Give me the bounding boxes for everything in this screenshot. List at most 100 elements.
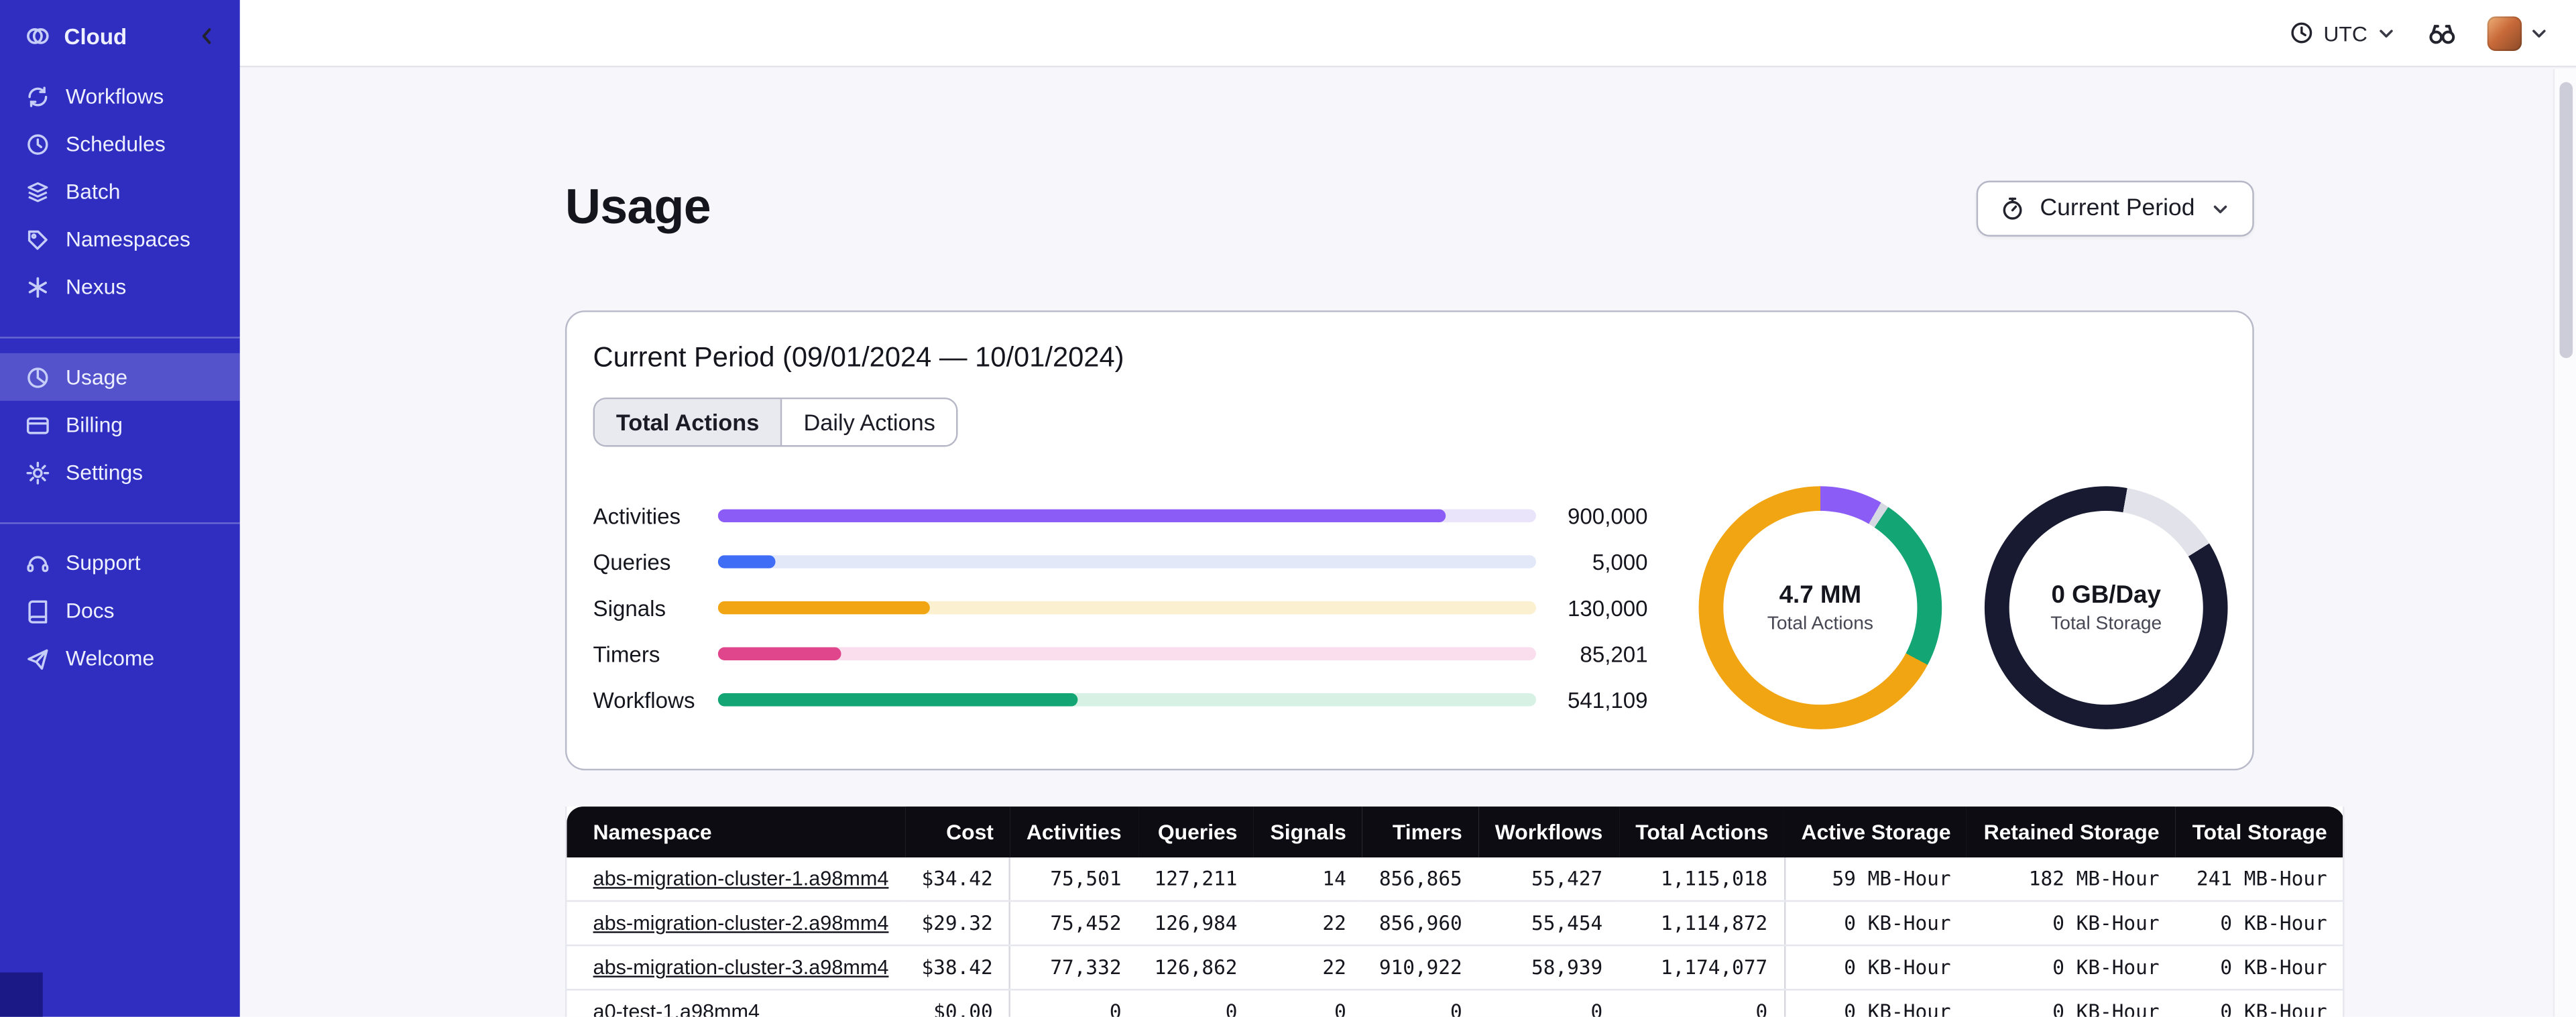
sidebar-item-workflows[interactable]: Workflows <box>0 72 240 120</box>
scrollbar-thumb[interactable] <box>2559 82 2573 359</box>
table-cell: 0 KB-Hour <box>2176 945 2345 991</box>
column-header-activities: Activities <box>1010 806 1138 858</box>
column-header-retained-storage: Retained Storage <box>1967 806 2176 858</box>
billing-icon <box>25 412 51 438</box>
usage-table-body: abs-migration-cluster-1.a98mm4 $34.42 75,5… <box>566 857 2345 1017</box>
docs-icon <box>25 597 51 623</box>
brand-label: Cloud <box>64 23 127 49</box>
bar-fill <box>717 647 841 661</box>
total-storage-donut: 0 GB/Day Total Storage <box>1984 486 2228 730</box>
table-row: a0-test-1.a98mm4 $0.00 0 0 0 0 0 0 0 KB-Hour 0 KB… <box>566 990 2345 1017</box>
column-header-total-storage: Total Storage <box>2176 806 2345 858</box>
table-cell: 22 <box>1254 901 1363 947</box>
sidebar-item-docs[interactable]: Docs <box>0 587 240 634</box>
bar-value: 85,201 <box>1580 642 1648 667</box>
table-row: abs-migration-cluster-3.a98mm4 $38.42 77,3… <box>566 945 2345 991</box>
table-cell: 0 KB-Hour <box>1967 901 2176 947</box>
bar-fill <box>717 510 1446 523</box>
table-cell: 0 <box>1138 990 1254 1017</box>
sidebar-item-usage[interactable]: Usage <box>0 353 240 401</box>
sidebar-item-settings[interactable]: Settings <box>0 448 240 496</box>
period-selector-label: Current Period <box>2040 195 2195 223</box>
table-cell: 0 KB-Hour <box>2176 990 2345 1017</box>
namespace-cell: abs-migration-cluster-1.a98mm4 <box>566 857 905 902</box>
goggles-icon <box>2426 17 2458 49</box>
page-scrollbar[interactable] <box>2553 68 2576 1017</box>
schedules-icon <box>25 131 51 157</box>
table-cell: 77,332 <box>1009 945 1138 991</box>
sidebar-item-billing[interactable]: Billing <box>0 401 240 448</box>
sidebar-footer-accent <box>0 972 43 1017</box>
sidebar-item-schedules[interactable]: Schedules <box>0 120 240 168</box>
sidebar-item-namespaces[interactable]: Namespaces <box>0 215 240 263</box>
tab-daily-actions[interactable]: Daily Actions <box>782 399 957 446</box>
table-cell: 910,922 <box>1362 945 1479 991</box>
sidebar-item-support[interactable]: Support <box>0 539 240 587</box>
sidebar-item-label: Schedules <box>66 131 166 156</box>
feature-finder-button[interactable] <box>2426 17 2458 49</box>
sidebar-collapse-button[interactable] <box>194 23 220 49</box>
table-cell: 182 MB-Hour <box>1967 857 2176 902</box>
table-cell: 1,114,872 <box>1619 901 1785 947</box>
bar-track <box>717 555 1536 569</box>
sidebar-item-label: Docs <box>66 597 115 623</box>
namespace-link[interactable]: abs-migration-cluster-1.a98mm4 <box>593 868 889 890</box>
table-cell: 126,984 <box>1138 901 1254 947</box>
bar-row-workflows: Workflows 541,109 <box>593 688 1648 713</box>
bar-track <box>717 601 1536 615</box>
sidebar-item-welcome[interactable]: Welcome <box>0 634 240 682</box>
bar-row-timers: Timers 85,201 <box>593 642 1648 666</box>
avatar <box>2487 15 2522 50</box>
table-cell: 856,865 <box>1362 857 1479 902</box>
table-cell: 0 KB-Hour <box>1783 990 1968 1017</box>
namespaces-icon <box>25 226 51 252</box>
sidebar-brand: Cloud <box>0 0 240 72</box>
table-row: abs-migration-cluster-2.a98mm4 $29.32 75,4… <box>566 901 2345 947</box>
column-header-signals: Signals <box>1254 806 1363 858</box>
stopwatch-icon <box>1999 196 2025 222</box>
sidebar-item-nexus[interactable]: Nexus <box>0 263 240 310</box>
table-cell: 241 MB-Hour <box>2176 857 2345 902</box>
sidebar-item-label: Workflows <box>66 83 164 109</box>
namespace-link[interactable]: abs-migration-cluster-2.a98mm4 <box>593 912 889 935</box>
bar-track <box>717 647 1536 661</box>
table-cell: 127,211 <box>1138 857 1254 902</box>
namespace-link[interactable]: abs-migration-cluster-3.a98mm4 <box>593 957 889 979</box>
settings-icon <box>25 459 51 485</box>
timezone-selector[interactable]: UTC <box>2289 19 2397 46</box>
main-content: Usage Current Period Current Period (09/… <box>239 68 2576 1017</box>
table-header: Namespace Cost Activities Queries Signal… <box>566 806 2345 858</box>
column-header-total-actions: Total Actions <box>1619 806 1785 858</box>
table-cell: 0 KB-Hour <box>1967 945 2176 991</box>
sidebar-item-label: Support <box>66 550 141 575</box>
bar-track <box>717 693 1536 707</box>
sidebar-item-label: Billing <box>66 412 123 437</box>
table-cell: 22 <box>1254 945 1363 991</box>
donut-label: Total Actions <box>1767 614 1873 635</box>
table-cell: 75,452 <box>1009 901 1138 947</box>
bar-label: Workflows <box>593 687 695 713</box>
donut-center: 0 GB/Day Total Storage <box>2009 511 2203 705</box>
workflows-icon <box>25 83 51 109</box>
welcome-icon <box>25 645 51 671</box>
tab-total-actions[interactable]: Total Actions <box>594 399 782 446</box>
table-cell: $29.32 <box>904 901 1010 947</box>
table-row: abs-migration-cluster-1.a98mm4 $34.42 75,5… <box>566 857 2345 902</box>
bar-label: Signals <box>593 595 666 621</box>
table-cell: 1,115,018 <box>1619 857 1785 902</box>
bar-value: 900,000 <box>1568 503 1648 529</box>
topbar: UTC <box>239 0 2576 68</box>
bar-row-signals: Signals 130,000 <box>593 596 1648 621</box>
period-selector-button[interactable]: Current Period <box>1975 180 2254 237</box>
sidebar-item-label: Welcome <box>66 645 155 670</box>
namespace-link[interactable]: a0-test-1.a98mm4 <box>593 1001 760 1017</box>
chevron-down-icon <box>2376 22 2397 44</box>
bar-label: Activities <box>593 503 681 529</box>
user-menu[interactable] <box>2487 15 2550 50</box>
table-cell: 0 <box>1009 990 1138 1017</box>
table-cell: $38.42 <box>904 945 1010 991</box>
donut-label: Total Storage <box>2050 614 2162 635</box>
column-header-cost: Cost <box>904 806 1010 858</box>
usage-bar-chart: Activities 900,000 Queries 5,000 Signals <box>593 503 1648 712</box>
sidebar-item-batch[interactable]: Batch <box>0 168 240 215</box>
